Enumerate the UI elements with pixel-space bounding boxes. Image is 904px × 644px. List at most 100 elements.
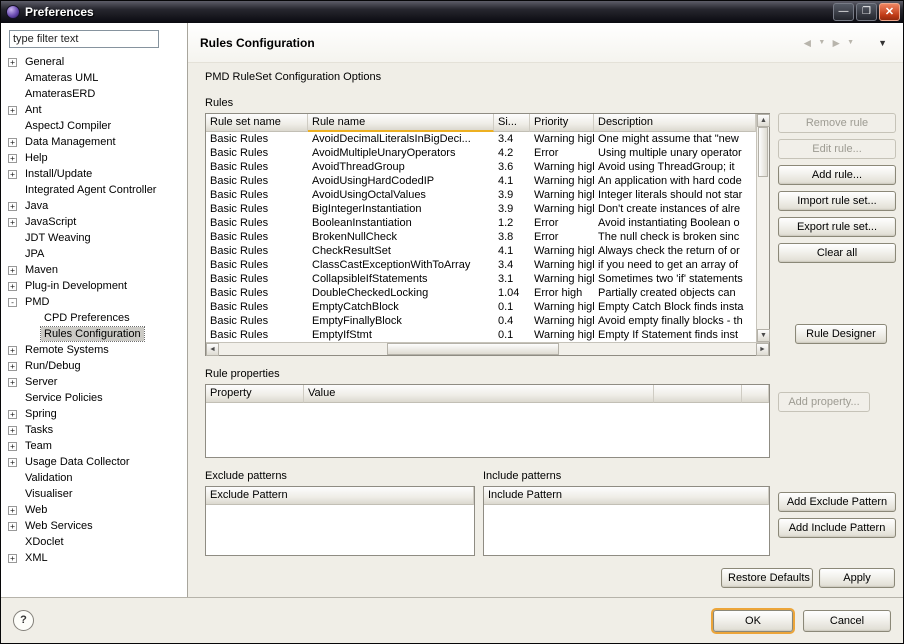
tree-expander-icon[interactable]: +	[8, 202, 17, 211]
tree-expander-icon[interactable]: -	[8, 298, 17, 307]
table-row[interactable]: Basic Rules ClassCastExceptionWithToArra…	[206, 258, 756, 272]
back-dropdown-icon[interactable]: ▼	[818, 39, 825, 46]
table-row[interactable]: Basic Rules DoubleCheckedLocking 1.04 Er…	[206, 286, 756, 300]
tree-expander-icon[interactable]: +	[8, 282, 17, 291]
add-exclude-pattern-button[interactable]: Add Exclude Pattern	[778, 492, 896, 512]
ok-button[interactable]: OK	[713, 610, 793, 632]
table-row[interactable]: Basic Rules AvoidUsingHardCodedIP 4.1 Wa…	[206, 174, 756, 188]
tree-item[interactable]: Integrated Agent Controller	[1, 182, 187, 198]
forward-icon[interactable]: ►	[828, 36, 844, 50]
table-row[interactable]: Basic Rules BrokenNullCheck 3.8 Error Th…	[206, 230, 756, 244]
table-row[interactable]: Basic Rules EmptyIfStmt 0.1 Warning high…	[206, 328, 756, 342]
horizontal-scrollbar[interactable]: ◄ ►	[206, 342, 769, 355]
rule-action-button[interactable]: Import rule set...	[778, 191, 896, 211]
tree-item[interactable]: Amateras UML	[1, 70, 187, 86]
horizontal-scroll-thumb[interactable]	[387, 343, 559, 355]
tree-item[interactable]: + Web	[1, 502, 187, 518]
tree-item[interactable]: + Spring	[1, 406, 187, 422]
tree-item[interactable]: + Java	[1, 198, 187, 214]
tree-item[interactable]: + Maven	[1, 262, 187, 278]
tree-item[interactable]: JDT Weaving	[1, 230, 187, 246]
column-header-rulename[interactable]: Rule name	[308, 114, 494, 132]
column-header-since[interactable]: Si...	[494, 114, 530, 132]
filter-input[interactable]	[9, 30, 159, 48]
tree-expander-icon[interactable]: +	[8, 378, 17, 387]
rule-designer-button[interactable]: Rule Designer	[795, 324, 887, 344]
tree-expander-icon[interactable]: +	[8, 506, 17, 515]
column-header-property[interactable]: Property	[206, 385, 304, 403]
tree-item[interactable]: + Team	[1, 438, 187, 454]
tree-item[interactable]: + Install/Update	[1, 166, 187, 182]
column-header-ruleset[interactable]: Rule set name	[206, 114, 308, 132]
table-row[interactable]: Basic Rules EmptyCatchBlock 0.1 Warning …	[206, 300, 756, 314]
include-patterns-body[interactable]	[484, 505, 769, 555]
tree-item[interactable]: Service Policies	[1, 390, 187, 406]
tree-item[interactable]: + Help	[1, 150, 187, 166]
column-header-value[interactable]: Value	[304, 385, 654, 403]
restore-defaults-button[interactable]: Restore Defaults	[721, 568, 813, 588]
table-row[interactable]: Basic Rules BooleanInstantiation 1.2 Err…	[206, 216, 756, 230]
close-button-icon[interactable]: ✕	[879, 3, 900, 21]
table-row[interactable]: Basic Rules AvoidUsingOctalValues 3.9 Wa…	[206, 188, 756, 202]
column-header-priority[interactable]: Priority	[530, 114, 594, 132]
rule-action-button[interactable]: Clear all	[778, 243, 896, 263]
tree-expander-icon[interactable]: +	[8, 426, 17, 435]
table-row[interactable]: Basic Rules AvoidMultipleUnaryOperators …	[206, 146, 756, 160]
table-row[interactable]: Basic Rules EmptyFinallyBlock 0.4 Warnin…	[206, 314, 756, 328]
rule-action-button[interactable]: Remove rule	[778, 113, 896, 133]
column-header-include-pattern[interactable]: Include Pattern	[484, 487, 769, 505]
forward-dropdown-icon[interactable]: ▼	[847, 39, 854, 46]
cancel-button[interactable]: Cancel	[803, 610, 891, 632]
tree-item[interactable]: JPA	[1, 246, 187, 262]
tree-expander-icon[interactable]: +	[8, 58, 17, 67]
tree-item[interactable]: CPD Preferences	[1, 310, 187, 326]
tree-item[interactable]: + Web Services	[1, 518, 187, 534]
column-header-description[interactable]: Description	[594, 114, 756, 132]
properties-body[interactable]	[206, 403, 769, 457]
tree-item[interactable]: + Run/Debug	[1, 358, 187, 374]
tree-item[interactable]: + Usage Data Collector	[1, 454, 187, 470]
tree-item[interactable]: XDoclet	[1, 534, 187, 550]
tree-item[interactable]: + Data Management	[1, 134, 187, 150]
table-row[interactable]: Basic Rules AvoidThreadGroup 3.6 Warning…	[206, 160, 756, 174]
tree-expander-icon[interactable]: +	[8, 522, 17, 531]
add-include-pattern-button[interactable]: Add Include Pattern	[778, 518, 896, 538]
table-row[interactable]: Basic Rules BigIntegerInstantiation 3.9 …	[206, 202, 756, 216]
tree-item[interactable]: Visualiser	[1, 486, 187, 502]
table-row[interactable]: Basic Rules AvoidDecimalLiteralsInBigDec…	[206, 132, 756, 146]
scroll-left-icon[interactable]: ◄	[206, 343, 219, 356]
tree-expander-icon[interactable]: +	[8, 266, 17, 275]
rule-action-button[interactable]: Export rule set...	[778, 217, 896, 237]
add-property-button[interactable]: Add property...	[778, 392, 870, 412]
scroll-right-icon[interactable]: ►	[756, 343, 769, 356]
rule-action-button[interactable]: Add rule...	[778, 165, 896, 185]
maximize-button-icon[interactable]: ❐	[856, 3, 877, 21]
tree-expander-icon[interactable]: +	[8, 346, 17, 355]
apply-button[interactable]: Apply	[819, 568, 895, 588]
tree-item[interactable]: + Server	[1, 374, 187, 390]
tree-expander-icon[interactable]: +	[8, 170, 17, 179]
help-icon[interactable]: ?	[13, 610, 34, 631]
tree-expander-icon[interactable]: +	[8, 154, 17, 163]
tree-expander-icon[interactable]: +	[8, 442, 17, 451]
table-row[interactable]: Basic Rules CheckResultSet 4.1 Warning h…	[206, 244, 756, 258]
scroll-up-icon[interactable]: ▲	[757, 114, 770, 127]
back-icon[interactable]: ◄	[799, 36, 815, 50]
titlebar[interactable]: Preferences — ❐ ✕	[1, 1, 903, 23]
tree-item[interactable]: + General	[1, 54, 187, 70]
tree-expander-icon[interactable]: +	[8, 218, 17, 227]
tree-expander-icon[interactable]: +	[8, 106, 17, 115]
tree-expander-icon[interactable]: +	[8, 138, 17, 147]
rule-action-button[interactable]: Edit rule...	[778, 139, 896, 159]
tree-item[interactable]: - PMD	[1, 294, 187, 310]
tree-item[interactable]: + Remote Systems	[1, 342, 187, 358]
tree-item[interactable]: + Plug-in Development	[1, 278, 187, 294]
vertical-scroll-thumb[interactable]	[758, 127, 768, 177]
tree-item[interactable]: + JavaScript	[1, 214, 187, 230]
tree-item[interactable]: Rules Configuration	[1, 326, 187, 342]
exclude-patterns-body[interactable]	[206, 505, 474, 555]
tree-item[interactable]: + Ant	[1, 102, 187, 118]
tree-item[interactable]: AspectJ Compiler	[1, 118, 187, 134]
tree-expander-icon[interactable]: +	[8, 554, 17, 563]
tree-item[interactable]: + XML	[1, 550, 187, 566]
